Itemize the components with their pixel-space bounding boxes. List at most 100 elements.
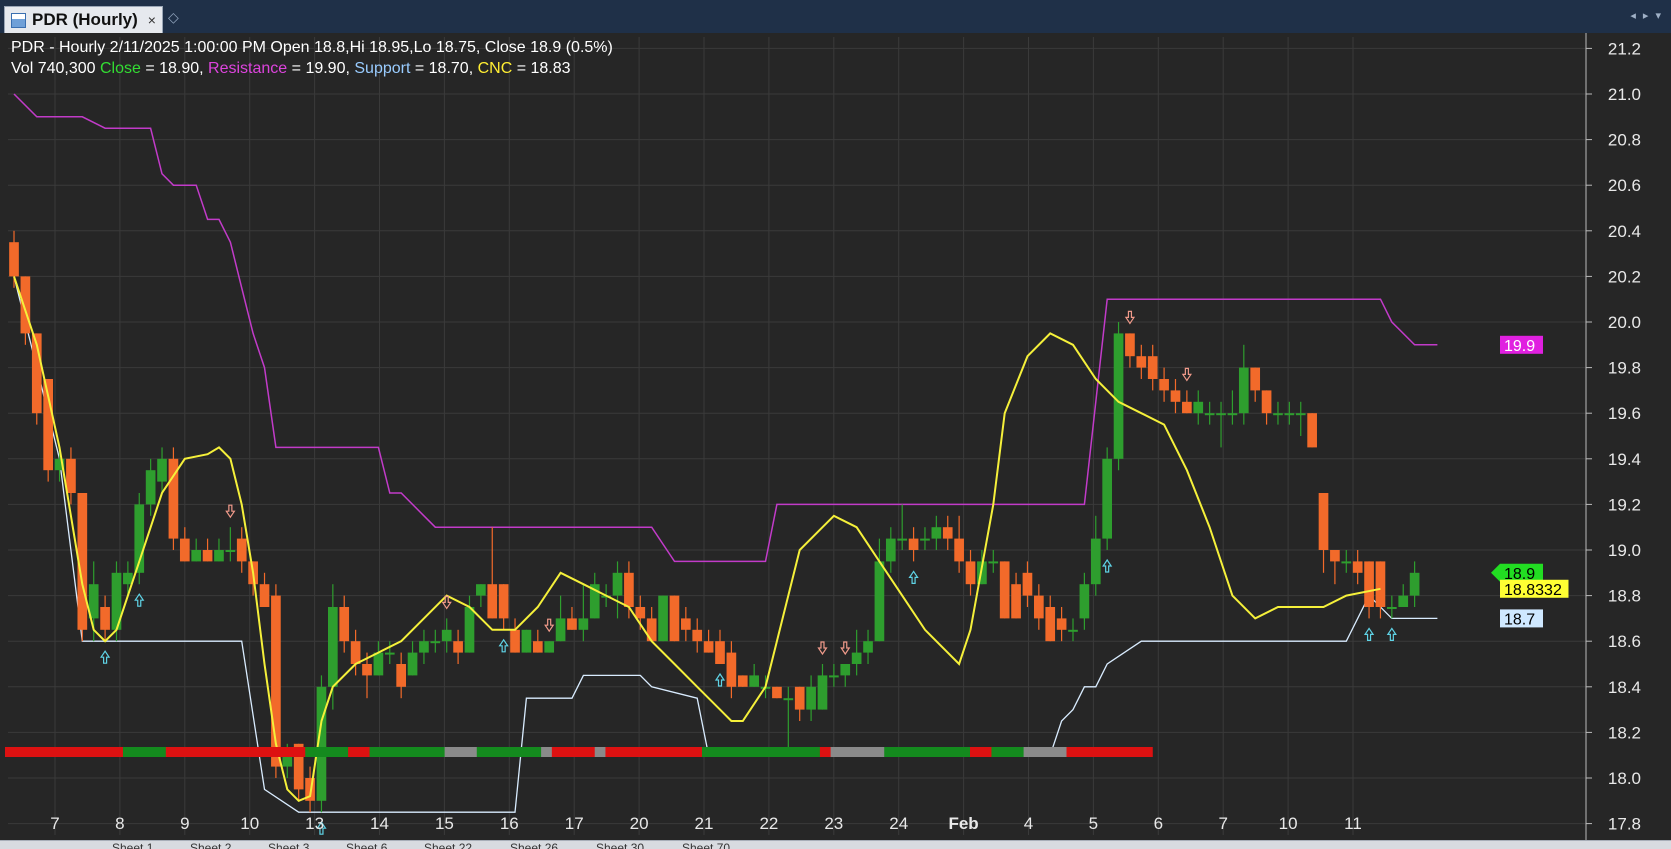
- candle-body: [1398, 595, 1409, 607]
- y-tick-label: 18.6: [1608, 632, 1641, 651]
- candle-body: [578, 618, 589, 630]
- close-value: = 18.90,: [141, 60, 208, 77]
- resistance-value: = 19.90,: [287, 60, 354, 77]
- candle-body: [1216, 413, 1226, 416]
- y-tick-label: 20.4: [1608, 222, 1641, 241]
- candle-body: [1182, 401, 1192, 414]
- candle-body: [532, 641, 543, 653]
- candle-body: [931, 527, 942, 539]
- chart-background: [0, 33, 1671, 840]
- support-label: Support: [354, 60, 411, 77]
- candle-body: [396, 664, 407, 687]
- price-chart[interactable]: 17.8 18.0 18.2 18.4 18.6 18.8 19.0 19.2 19.4 19.6…: [0, 33, 1671, 840]
- candle-body: [1250, 367, 1261, 391]
- candle-body: [658, 595, 668, 642]
- candle-body: [464, 607, 475, 653]
- chart-tab[interactable]: PDR (Hourly) ×: [4, 6, 163, 33]
- candle-body: [635, 607, 646, 619]
- close-icon[interactable]: ×: [148, 12, 156, 28]
- resistance-badge: 19.9: [1500, 335, 1543, 355]
- y-tick-label: 18.4: [1608, 678, 1641, 697]
- candle-body: [350, 641, 361, 664]
- candle-body: [214, 550, 224, 562]
- candle-body: [1045, 607, 1056, 642]
- candle-body: [703, 641, 714, 653]
- chart-window-icon: [11, 12, 26, 28]
- candle-body: [1364, 561, 1374, 607]
- candle-body: [1136, 356, 1147, 368]
- state-bar-segment: [348, 747, 371, 757]
- state-bar-segment: [701, 747, 821, 757]
- candle-body: [840, 664, 851, 676]
- candle-body: [1022, 572, 1033, 596]
- state-bar-segment: [165, 747, 306, 757]
- state-bar: [5, 747, 1153, 757]
- candle-body: [1409, 572, 1420, 596]
- x-tick-label: 6: [1154, 814, 1163, 833]
- info-line-1: PDR - Hourly 2/11/2025 1:00:00 PM Open 1…: [11, 39, 613, 56]
- candle-body: [327, 607, 338, 687]
- candle-body: [988, 561, 999, 564]
- state-bar-segment: [1023, 747, 1067, 757]
- x-tick-label: 5: [1089, 814, 1098, 833]
- candle-body: [441, 629, 452, 642]
- y-tick-label: 18.2: [1608, 723, 1641, 742]
- candle-body: [874, 561, 885, 642]
- candle-body: [772, 686, 782, 699]
- state-bar-segment: [476, 747, 542, 757]
- y-tick-label: 20.0: [1608, 313, 1641, 332]
- resistance-label: Resistance: [208, 60, 287, 77]
- candle-body: [1147, 356, 1158, 379]
- candle-body: [1102, 458, 1113, 539]
- candle-body: [430, 641, 441, 644]
- volume-text: Vol 740,300: [11, 60, 100, 77]
- state-bar-segment: [970, 747, 992, 757]
- candle-body: [66, 458, 76, 493]
- candle-body: [1330, 550, 1340, 562]
- candle-body: [908, 538, 919, 550]
- candle-body: [498, 584, 509, 619]
- candle-body: [954, 538, 964, 562]
- candle-body: [1011, 584, 1021, 619]
- state-bar-segment: [551, 747, 596, 757]
- candle-body: [236, 538, 247, 562]
- x-tick-label: 13: [305, 814, 324, 833]
- candle-body: [783, 698, 794, 701]
- y-tick-label: 19.6: [1608, 404, 1641, 423]
- candle-body: [817, 675, 828, 710]
- state-bar-segment: [541, 747, 553, 757]
- window-nav-icons[interactable]: ◂ ▸ ▾: [1630, 9, 1663, 22]
- candle-body: [851, 652, 862, 664]
- candle-body: [1090, 538, 1101, 585]
- candle-body: [692, 629, 703, 642]
- state-bar-segment: [830, 747, 885, 757]
- x-tick-label: 10: [240, 814, 259, 833]
- pin-icon[interactable]: ◇: [168, 9, 179, 26]
- candle-body: [1307, 413, 1317, 448]
- support-badge-text: 18.7: [1504, 611, 1535, 628]
- candle-body: [1033, 595, 1044, 619]
- x-tick-label: 20: [630, 814, 649, 833]
- candle-body: [715, 641, 725, 664]
- candle-body: [521, 629, 532, 653]
- candle-body: [863, 641, 873, 653]
- x-tick-label: 22: [759, 814, 778, 833]
- candle-body: [419, 641, 429, 653]
- candle-body: [669, 595, 680, 642]
- support-value: = 18.70,: [410, 60, 477, 77]
- x-tick-label: 10: [1279, 814, 1298, 833]
- candle-body: [225, 550, 236, 552]
- x-tick-label: 8: [115, 814, 124, 833]
- candle-body: [453, 641, 463, 653]
- state-bar-segment: [305, 747, 349, 757]
- candle-body: [1273, 413, 1283, 416]
- candle-body: [339, 607, 350, 642]
- state-bar-segment: [122, 747, 167, 757]
- y-tick-label: 19.8: [1608, 359, 1641, 378]
- y-tick-label: 19.2: [1608, 495, 1641, 514]
- x-tick-label: 21: [695, 814, 714, 833]
- x-tick-label: 7: [50, 814, 59, 833]
- candle-body: [373, 652, 384, 676]
- y-tick-label: 20.6: [1608, 176, 1641, 195]
- candle-body: [100, 607, 110, 630]
